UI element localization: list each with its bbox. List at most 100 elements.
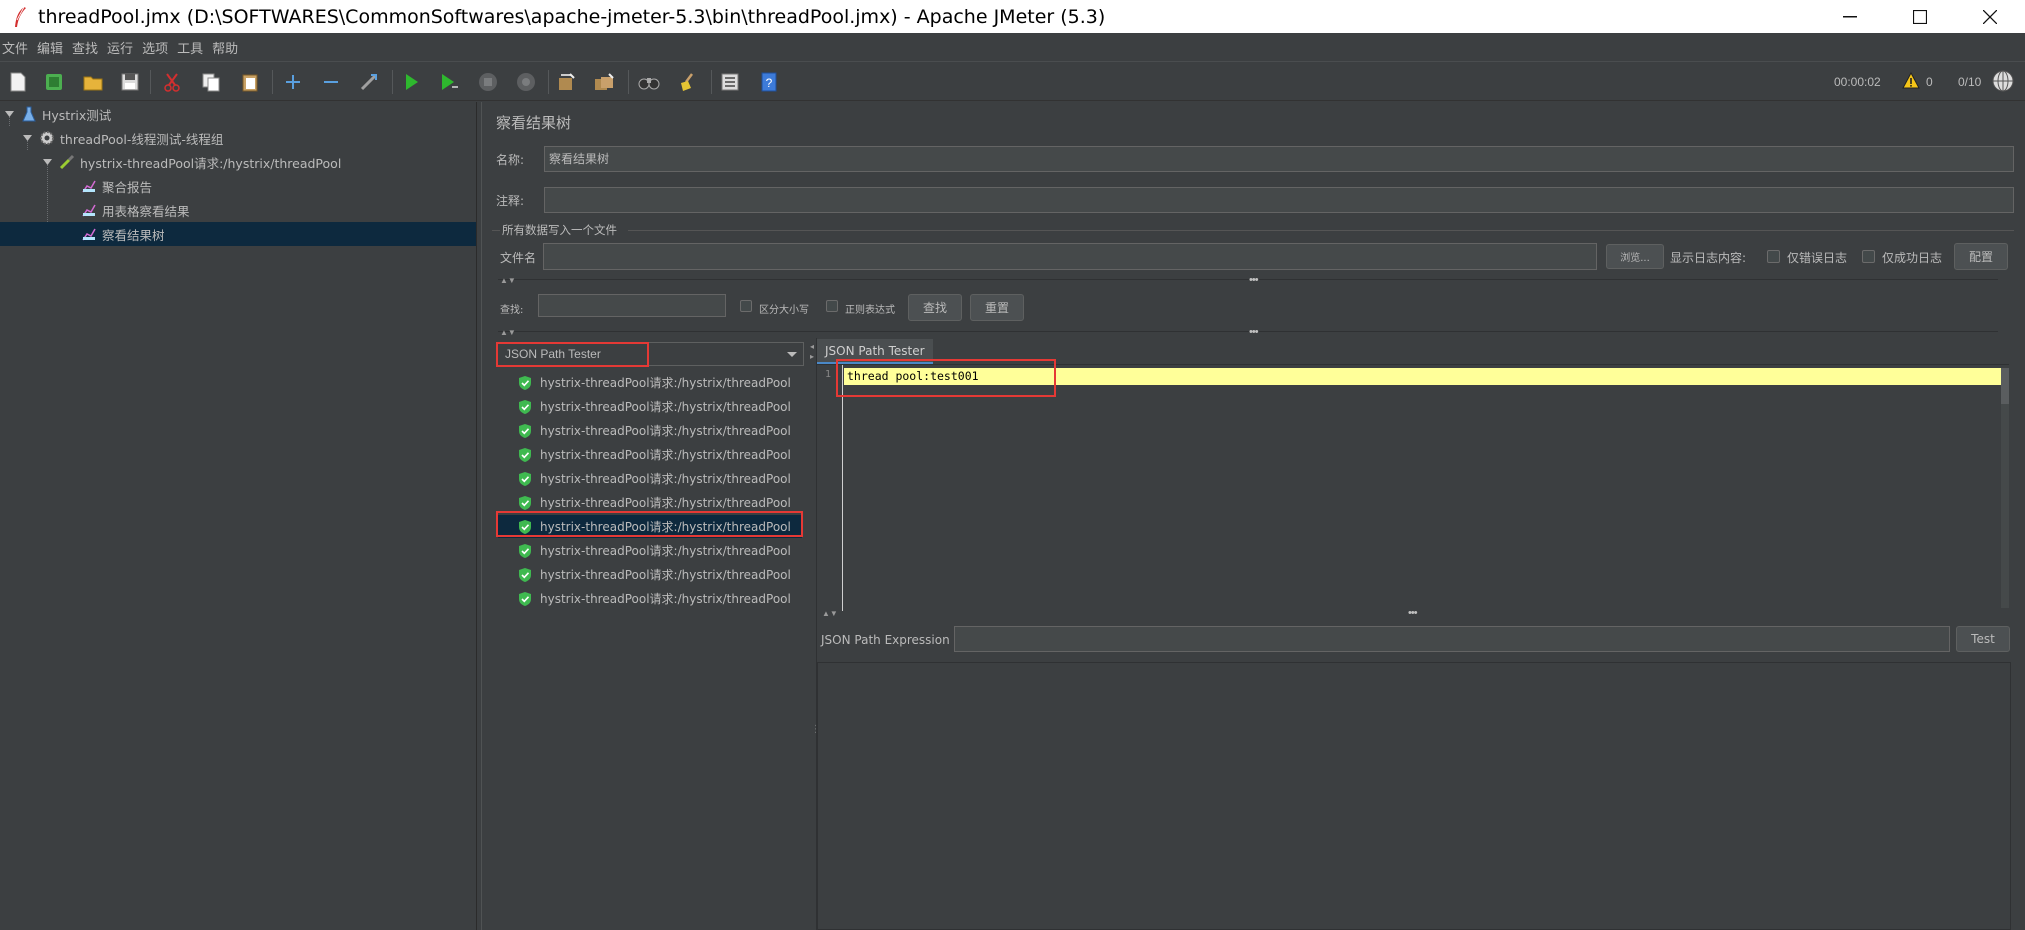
menu-tools[interactable]: 工具 xyxy=(177,38,203,57)
flask-icon xyxy=(20,105,38,123)
success-only-checkbox[interactable] xyxy=(1862,250,1875,263)
chevron-down-icon[interactable] xyxy=(4,109,14,119)
tree-node-http-sampler[interactable]: hystrix-threadPool请求:/hystrix/threadPool xyxy=(0,150,476,174)
menu-edit[interactable]: 编辑 xyxy=(37,38,63,57)
menu-help[interactable]: 帮助 xyxy=(212,38,238,57)
tree-node-label: threadPool-线程测试-线程组 xyxy=(60,131,224,147)
splitter-grip[interactable]: ••• xyxy=(1249,274,1259,286)
clear-all-icon[interactable] xyxy=(592,70,616,94)
menu-run[interactable]: 运行 xyxy=(107,38,133,57)
sample-result-row[interactable]: hystrix-threadPool请求:/hystrix/threadPool xyxy=(498,467,802,490)
function-helper-icon[interactable] xyxy=(718,70,742,94)
search-field[interactable] xyxy=(538,294,726,317)
browse-button[interactable]: 浏览... xyxy=(1606,244,1664,269)
errors-only-label: 仅错误日志 xyxy=(1787,251,1848,265)
minimize-icon xyxy=(1843,15,1857,17)
help-icon[interactable]: ? xyxy=(757,70,781,94)
copy-icon[interactable] xyxy=(199,70,223,94)
renderer-value: JSON Path Tester xyxy=(505,347,601,361)
chevron-down-icon[interactable] xyxy=(22,133,32,143)
shutdown-icon[interactable] xyxy=(514,70,538,94)
configure-button[interactable]: 配置 xyxy=(1954,243,2008,270)
response-editor[interactable]: 1 thread pool:test001 xyxy=(817,364,2009,611)
tree-node-table-results[interactable]: 用表格察看结果 xyxy=(0,198,476,222)
chart-icon xyxy=(80,201,98,219)
success-shield-icon xyxy=(518,567,534,583)
tree-node-results-tree[interactable]: 察看结果树 xyxy=(0,222,476,246)
maximize-button[interactable] xyxy=(1885,0,1955,33)
templates-icon[interactable] xyxy=(42,70,66,94)
minimize-button[interactable] xyxy=(1815,0,1885,33)
response-text[interactable]: thread pool:test001 xyxy=(847,369,979,383)
sample-result-row[interactable]: hystrix-threadPool请求:/hystrix/threadPool xyxy=(498,539,802,562)
expression-field[interactable] xyxy=(954,626,1950,652)
tree-node-test-plan[interactable]: Hystrix测试 xyxy=(0,102,476,126)
tab-json-path-tester[interactable]: JSON Path Tester xyxy=(817,339,933,364)
binoculars-icon[interactable] xyxy=(637,70,661,94)
results-split-arrows[interactable]: ◂ ▸ xyxy=(810,342,814,362)
svg-text:?: ? xyxy=(766,76,773,90)
sample-result-row[interactable]: hystrix-threadPool请求:/hystrix/threadPool xyxy=(498,443,802,466)
tree-node-aggregate-report[interactable]: 聚合报告 xyxy=(0,174,476,198)
chevron-down-icon[interactable] xyxy=(42,157,52,167)
expand-all-icon[interactable] xyxy=(281,70,305,94)
sample-result-row[interactable]: hystrix-threadPool请求:/hystrix/threadPool xyxy=(498,491,802,514)
name-label: 名称: xyxy=(496,153,525,167)
broom-icon[interactable] xyxy=(676,70,700,94)
success-only-label: 仅成功日志 xyxy=(1882,251,1943,265)
collapse-all-icon[interactable] xyxy=(319,70,343,94)
sample-result-label: hystrix-threadPool请求:/hystrix/threadPool xyxy=(540,496,791,510)
case-sensitive-checkbox[interactable] xyxy=(740,300,752,312)
tree-node-label: Hystrix测试 xyxy=(42,107,112,123)
start-no-pauses-icon[interactable] xyxy=(438,70,462,94)
sample-result-label: hystrix-threadPool请求:/hystrix/threadPool xyxy=(540,520,791,534)
sample-result-row[interactable]: hystrix-threadPool请求:/hystrix/threadPool xyxy=(498,395,802,418)
menu-search[interactable]: 查找 xyxy=(72,38,98,57)
comment-field[interactable] xyxy=(544,187,2014,213)
test-button[interactable]: Test xyxy=(1956,626,2010,652)
cut-icon[interactable] xyxy=(160,70,184,94)
name-field[interactable]: 察看结果树 xyxy=(544,146,2014,172)
sample-result-row[interactable]: hystrix-threadPool请求:/hystrix/threadPool xyxy=(498,587,802,610)
sample-result-label: hystrix-threadPool请求:/hystrix/threadPool xyxy=(540,592,791,606)
log-content-label: 显示日志内容: xyxy=(1670,251,1747,265)
warning-count: 0 xyxy=(1926,75,1933,89)
success-shield-icon xyxy=(518,471,534,487)
sample-result-row[interactable]: hystrix-threadPool请求:/hystrix/threadPool xyxy=(498,419,802,442)
regex-checkbox[interactable] xyxy=(826,300,838,312)
paste-icon[interactable] xyxy=(238,70,262,94)
sample-result-row[interactable]: hystrix-threadPool请求:/hystrix/threadPool xyxy=(498,371,802,394)
chart-icon xyxy=(80,225,98,243)
editor-scrollbar[interactable] xyxy=(2001,368,2009,608)
start-icon[interactable] xyxy=(400,70,424,94)
errors-only-checkbox[interactable] xyxy=(1767,250,1780,263)
save-icon[interactable] xyxy=(118,70,142,94)
find-button[interactable]: 查找 xyxy=(908,294,962,321)
tree-node-thread-group[interactable]: threadPool-线程测试-线程组 xyxy=(0,126,476,150)
renderer-select[interactable]: JSON Path Tester xyxy=(496,342,804,366)
clear-icon[interactable] xyxy=(554,70,578,94)
sample-result-row[interactable]: hystrix-threadPool请求:/hystrix/threadPool xyxy=(498,515,802,538)
toggle-icon[interactable] xyxy=(357,70,381,94)
remote-globe-icon[interactable] xyxy=(1992,70,2014,95)
menu-options[interactable]: 选项 xyxy=(142,38,168,57)
open-icon[interactable] xyxy=(81,70,105,94)
splitter-arrows[interactable]: ▲▼ xyxy=(500,328,516,337)
menu-file[interactable]: 文件 xyxy=(2,38,28,57)
splitter-arrows[interactable]: ▲▼ xyxy=(500,276,516,285)
new-icon[interactable] xyxy=(6,70,30,94)
tree-node-label: 察看结果树 xyxy=(102,227,165,243)
warning-icon[interactable] xyxy=(1902,71,1920,92)
close-icon xyxy=(1983,9,1997,24)
line-gutter xyxy=(817,365,843,611)
splitter-grip[interactable]: ••• xyxy=(1249,326,1259,338)
reset-button[interactable]: 重置 xyxy=(970,294,1024,321)
sample-result-label: hystrix-threadPool请求:/hystrix/threadPool xyxy=(540,472,791,486)
stop-icon[interactable] xyxy=(476,70,500,94)
editor-scrollbar-thumb[interactable] xyxy=(2001,368,2009,404)
sample-result-row[interactable]: hystrix-threadPool请求:/hystrix/threadPool xyxy=(498,563,802,586)
success-shield-icon xyxy=(518,399,534,415)
window-titlebar: threadPool.jmx (D:\SOFTWARES\CommonSoftw… xyxy=(0,0,2025,33)
close-button[interactable] xyxy=(1955,0,2025,33)
filename-field[interactable] xyxy=(543,243,1597,270)
